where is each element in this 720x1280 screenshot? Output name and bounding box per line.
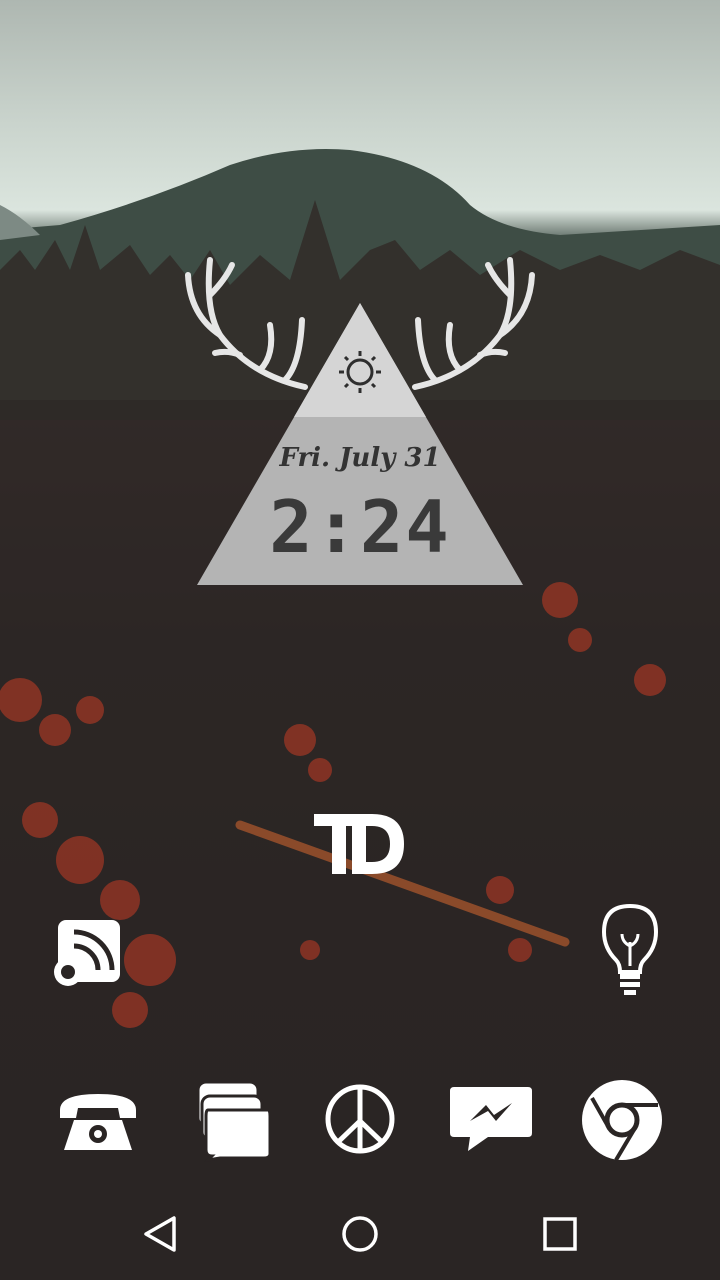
lightbulb-app-icon[interactable]: [600, 902, 660, 998]
recents-button[interactable]: [530, 1204, 590, 1264]
peace-app-icon[interactable]: [324, 1083, 396, 1155]
messenger-app-icon[interactable]: [448, 1085, 534, 1155]
lightbulb-icon: [601, 903, 659, 995]
home-button[interactable]: [330, 1204, 390, 1264]
clock-widget[interactable]: Fri. July 31 2:24: [180, 255, 540, 590]
rss-feed-app-icon[interactable]: [52, 918, 124, 988]
chrome-app-icon[interactable]: [580, 1078, 664, 1162]
chrome-icon: [582, 1080, 662, 1162]
widget-date: Fri. July 31: [279, 443, 441, 473]
widget-time: 2:24: [269, 485, 451, 569]
recents-icon: [543, 1217, 577, 1251]
chat-icon: [196, 1080, 270, 1162]
td-logo-icon: [314, 814, 404, 874]
phone-icon: [60, 1094, 136, 1150]
back-button[interactable]: [130, 1204, 190, 1264]
messages-app-icon[interactable]: [194, 1080, 270, 1162]
home-icon: [342, 1216, 378, 1252]
back-icon: [144, 1216, 176, 1252]
peace-icon: [325, 1084, 395, 1154]
phone-app-icon[interactable]: [56, 1088, 140, 1154]
navigation-bar: [0, 1186, 720, 1280]
messenger-icon: [450, 1087, 532, 1151]
rss-icon: [54, 920, 120, 986]
td-bank-app-icon[interactable]: [312, 810, 408, 876]
